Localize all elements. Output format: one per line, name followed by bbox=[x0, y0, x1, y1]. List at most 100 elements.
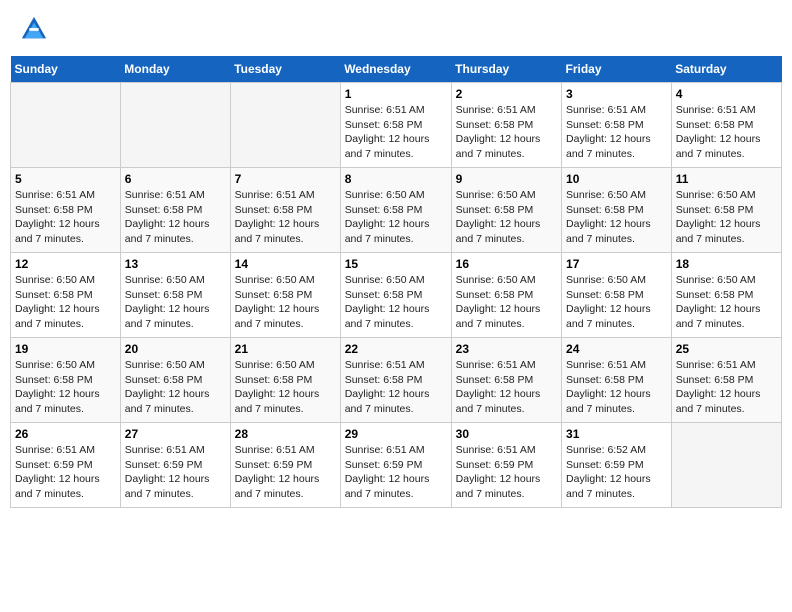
sunset-text: Sunset: 6:58 PM bbox=[125, 204, 203, 216]
daylight-text: Daylight: 12 hours and 7 minutes. bbox=[235, 473, 320, 500]
sunrise-text: Sunrise: 6:51 AM bbox=[125, 189, 205, 201]
calendar-cell: 8 Sunrise: 6:50 AM Sunset: 6:58 PM Dayli… bbox=[340, 168, 451, 253]
day-info: Sunrise: 6:50 AM Sunset: 6:58 PM Dayligh… bbox=[676, 188, 777, 247]
week-row-4: 19 Sunrise: 6:50 AM Sunset: 6:58 PM Dayl… bbox=[11, 338, 782, 423]
day-number: 21 bbox=[235, 342, 336, 356]
week-row-2: 5 Sunrise: 6:51 AM Sunset: 6:58 PM Dayli… bbox=[11, 168, 782, 253]
day-number: 1 bbox=[345, 87, 447, 101]
sunset-text: Sunset: 6:58 PM bbox=[15, 374, 93, 386]
daylight-text: Daylight: 12 hours and 7 minutes. bbox=[345, 473, 430, 500]
calendar-cell: 22 Sunrise: 6:51 AM Sunset: 6:58 PM Dayl… bbox=[340, 338, 451, 423]
calendar-cell: 13 Sunrise: 6:50 AM Sunset: 6:58 PM Dayl… bbox=[120, 253, 230, 338]
sunrise-text: Sunrise: 6:51 AM bbox=[456, 104, 536, 116]
calendar-cell: 21 Sunrise: 6:50 AM Sunset: 6:58 PM Dayl… bbox=[230, 338, 340, 423]
weekday-header-wednesday: Wednesday bbox=[340, 56, 451, 83]
sunset-text: Sunset: 6:58 PM bbox=[125, 289, 203, 301]
daylight-text: Daylight: 12 hours and 7 minutes. bbox=[456, 218, 541, 245]
sunset-text: Sunset: 6:58 PM bbox=[15, 289, 93, 301]
sunset-text: Sunset: 6:58 PM bbox=[235, 289, 313, 301]
calendar-cell bbox=[671, 423, 781, 508]
sunrise-text: Sunrise: 6:51 AM bbox=[566, 104, 646, 116]
day-info: Sunrise: 6:50 AM Sunset: 6:58 PM Dayligh… bbox=[456, 188, 557, 247]
day-info: Sunrise: 6:50 AM Sunset: 6:58 PM Dayligh… bbox=[235, 358, 336, 417]
calendar-cell: 12 Sunrise: 6:50 AM Sunset: 6:58 PM Dayl… bbox=[11, 253, 121, 338]
calendar-cell: 11 Sunrise: 6:50 AM Sunset: 6:58 PM Dayl… bbox=[671, 168, 781, 253]
daylight-text: Daylight: 12 hours and 7 minutes. bbox=[456, 473, 541, 500]
logo-icon bbox=[20, 15, 48, 43]
weekday-header-saturday: Saturday bbox=[671, 56, 781, 83]
daylight-text: Daylight: 12 hours and 7 minutes. bbox=[566, 133, 651, 160]
daylight-text: Daylight: 12 hours and 7 minutes. bbox=[676, 133, 761, 160]
calendar-table: SundayMondayTuesdayWednesdayThursdayFrid… bbox=[10, 56, 782, 508]
daylight-text: Daylight: 12 hours and 7 minutes. bbox=[125, 473, 210, 500]
sunset-text: Sunset: 6:58 PM bbox=[566, 119, 644, 131]
daylight-text: Daylight: 12 hours and 7 minutes. bbox=[566, 473, 651, 500]
calendar-cell: 23 Sunrise: 6:51 AM Sunset: 6:58 PM Dayl… bbox=[451, 338, 561, 423]
sunrise-text: Sunrise: 6:50 AM bbox=[15, 274, 95, 286]
day-number: 22 bbox=[345, 342, 447, 356]
weekday-header-thursday: Thursday bbox=[451, 56, 561, 83]
calendar-cell: 18 Sunrise: 6:50 AM Sunset: 6:58 PM Dayl… bbox=[671, 253, 781, 338]
sunset-text: Sunset: 6:58 PM bbox=[676, 374, 754, 386]
day-number: 25 bbox=[676, 342, 777, 356]
sunset-text: Sunset: 6:58 PM bbox=[456, 119, 534, 131]
calendar-cell: 26 Sunrise: 6:51 AM Sunset: 6:59 PM Dayl… bbox=[11, 423, 121, 508]
sunset-text: Sunset: 6:58 PM bbox=[676, 204, 754, 216]
day-number: 10 bbox=[566, 172, 667, 186]
calendar-cell: 7 Sunrise: 6:51 AM Sunset: 6:58 PM Dayli… bbox=[230, 168, 340, 253]
sunset-text: Sunset: 6:59 PM bbox=[566, 459, 644, 471]
sunset-text: Sunset: 6:58 PM bbox=[566, 204, 644, 216]
daylight-text: Daylight: 12 hours and 7 minutes. bbox=[15, 218, 100, 245]
calendar-cell: 15 Sunrise: 6:50 AM Sunset: 6:58 PM Dayl… bbox=[340, 253, 451, 338]
sunrise-text: Sunrise: 6:51 AM bbox=[125, 444, 205, 456]
calendar-cell: 19 Sunrise: 6:50 AM Sunset: 6:58 PM Dayl… bbox=[11, 338, 121, 423]
day-info: Sunrise: 6:51 AM Sunset: 6:59 PM Dayligh… bbox=[456, 443, 557, 502]
sunset-text: Sunset: 6:58 PM bbox=[345, 204, 423, 216]
sunrise-text: Sunrise: 6:50 AM bbox=[235, 274, 315, 286]
day-info: Sunrise: 6:51 AM Sunset: 6:58 PM Dayligh… bbox=[566, 358, 667, 417]
calendar-cell: 30 Sunrise: 6:51 AM Sunset: 6:59 PM Dayl… bbox=[451, 423, 561, 508]
calendar-cell: 5 Sunrise: 6:51 AM Sunset: 6:58 PM Dayli… bbox=[11, 168, 121, 253]
day-number: 5 bbox=[15, 172, 116, 186]
sunrise-text: Sunrise: 6:50 AM bbox=[456, 274, 536, 286]
day-info: Sunrise: 6:50 AM Sunset: 6:58 PM Dayligh… bbox=[456, 273, 557, 332]
day-number: 31 bbox=[566, 427, 667, 441]
calendar-cell: 3 Sunrise: 6:51 AM Sunset: 6:58 PM Dayli… bbox=[562, 83, 672, 168]
daylight-text: Daylight: 12 hours and 7 minutes. bbox=[456, 388, 541, 415]
sunrise-text: Sunrise: 6:51 AM bbox=[15, 444, 95, 456]
day-info: Sunrise: 6:50 AM Sunset: 6:58 PM Dayligh… bbox=[345, 273, 447, 332]
sunrise-text: Sunrise: 6:51 AM bbox=[566, 359, 646, 371]
day-info: Sunrise: 6:50 AM Sunset: 6:58 PM Dayligh… bbox=[566, 188, 667, 247]
daylight-text: Daylight: 12 hours and 7 minutes. bbox=[125, 303, 210, 330]
day-number: 4 bbox=[676, 87, 777, 101]
day-number: 18 bbox=[676, 257, 777, 271]
sunset-text: Sunset: 6:58 PM bbox=[456, 289, 534, 301]
day-number: 17 bbox=[566, 257, 667, 271]
sunrise-text: Sunrise: 6:50 AM bbox=[566, 189, 646, 201]
sunset-text: Sunset: 6:59 PM bbox=[456, 459, 534, 471]
day-number: 30 bbox=[456, 427, 557, 441]
daylight-text: Daylight: 12 hours and 7 minutes. bbox=[125, 388, 210, 415]
sunrise-text: Sunrise: 6:51 AM bbox=[345, 104, 425, 116]
sunset-text: Sunset: 6:58 PM bbox=[125, 374, 203, 386]
day-info: Sunrise: 6:51 AM Sunset: 6:58 PM Dayligh… bbox=[566, 103, 667, 162]
sunrise-text: Sunrise: 6:51 AM bbox=[676, 104, 756, 116]
calendar-cell bbox=[230, 83, 340, 168]
sunset-text: Sunset: 6:58 PM bbox=[235, 374, 313, 386]
calendar-cell: 25 Sunrise: 6:51 AM Sunset: 6:58 PM Dayl… bbox=[671, 338, 781, 423]
day-info: Sunrise: 6:51 AM Sunset: 6:59 PM Dayligh… bbox=[125, 443, 226, 502]
week-row-3: 12 Sunrise: 6:50 AM Sunset: 6:58 PM Dayl… bbox=[11, 253, 782, 338]
calendar-cell: 29 Sunrise: 6:51 AM Sunset: 6:59 PM Dayl… bbox=[340, 423, 451, 508]
sunset-text: Sunset: 6:58 PM bbox=[566, 374, 644, 386]
daylight-text: Daylight: 12 hours and 7 minutes. bbox=[566, 218, 651, 245]
calendar-cell: 1 Sunrise: 6:51 AM Sunset: 6:58 PM Dayli… bbox=[340, 83, 451, 168]
daylight-text: Daylight: 12 hours and 7 minutes. bbox=[235, 303, 320, 330]
day-number: 13 bbox=[125, 257, 226, 271]
daylight-text: Daylight: 12 hours and 7 minutes. bbox=[235, 388, 320, 415]
sunrise-text: Sunrise: 6:50 AM bbox=[15, 359, 95, 371]
day-info: Sunrise: 6:51 AM Sunset: 6:58 PM Dayligh… bbox=[456, 103, 557, 162]
day-info: Sunrise: 6:52 AM Sunset: 6:59 PM Dayligh… bbox=[566, 443, 667, 502]
sunrise-text: Sunrise: 6:50 AM bbox=[235, 359, 315, 371]
calendar-cell: 2 Sunrise: 6:51 AM Sunset: 6:58 PM Dayli… bbox=[451, 83, 561, 168]
day-info: Sunrise: 6:51 AM Sunset: 6:58 PM Dayligh… bbox=[345, 103, 447, 162]
